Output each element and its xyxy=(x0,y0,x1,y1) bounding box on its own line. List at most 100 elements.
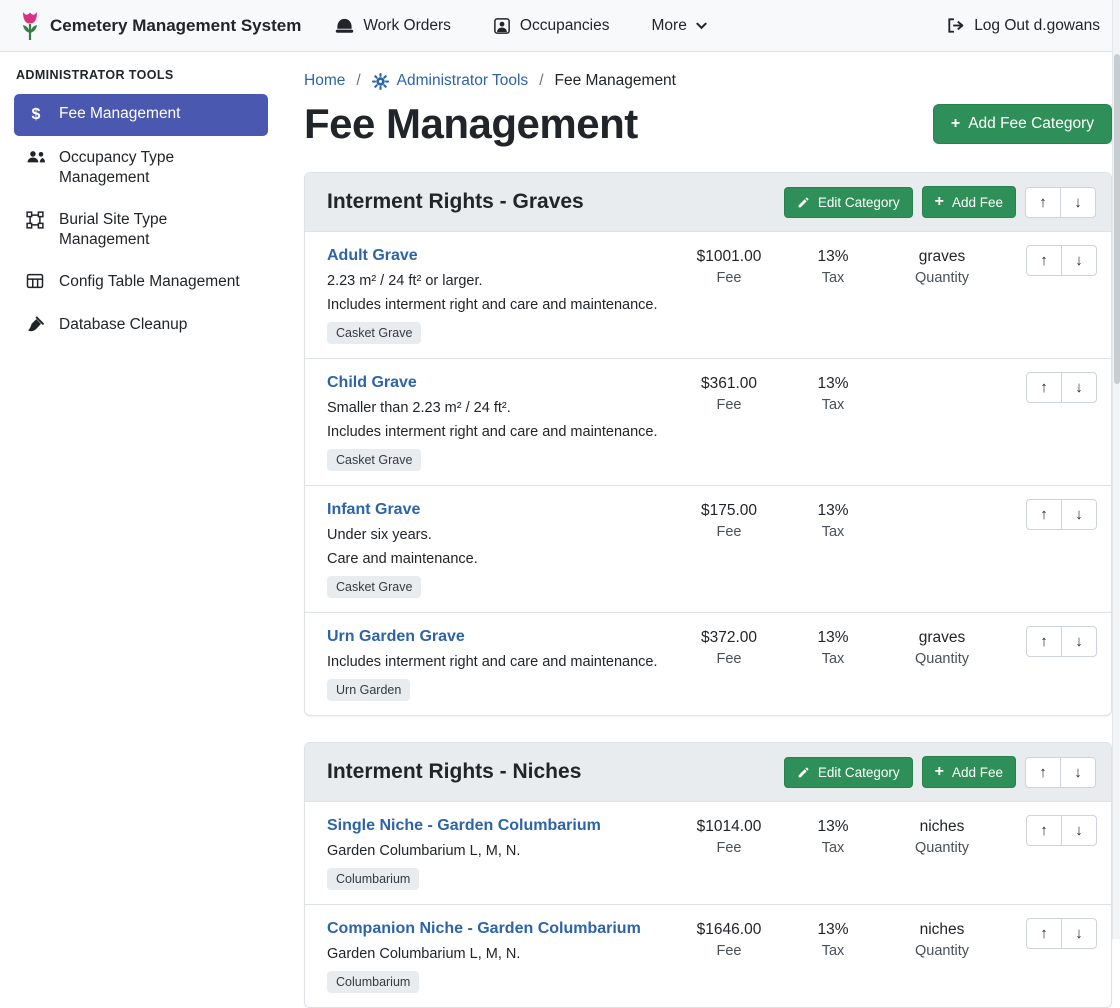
fee-name-link[interactable]: Adult Grave xyxy=(327,247,418,265)
move-fee-down-button[interactable]: ↓ xyxy=(1061,245,1097,276)
sidebar-item-config-table-management[interactable]: Config Table Management xyxy=(14,262,268,302)
fee-tax-col: 13% Tax xyxy=(783,372,883,413)
fee-tax-label: Tax xyxy=(783,524,883,540)
breadcrumb-admin-tools-link[interactable]: Administrator Tools xyxy=(372,72,529,90)
fee-amount-value: $175.00 xyxy=(675,502,783,520)
add-fee-category-button[interactable]: + Add Fee Category xyxy=(933,104,1112,144)
fee-info: Single Niche - Garden Columbarium Garden… xyxy=(327,815,675,890)
fee-description: Smaller than 2.23 m² / 24 ft². xyxy=(327,400,675,416)
people-icon xyxy=(26,149,46,165)
fee-description: Garden Columbarium L, M, N. xyxy=(327,843,675,859)
move-fee-down-button[interactable]: ↓ xyxy=(1061,372,1097,403)
move-fee-up-button[interactable]: ↑ xyxy=(1026,499,1062,530)
arrow-up-icon: ↑ xyxy=(1039,194,1047,211)
move-fee-up-button[interactable]: ↑ xyxy=(1026,245,1062,276)
fee-tax-value: 13% xyxy=(783,921,883,939)
category-reorder-group: ↑ ↓ xyxy=(1025,187,1096,218)
fee-reorder-group: ↑ ↓ xyxy=(1026,372,1097,403)
fee-name-link[interactable]: Single Niche - Garden Columbarium xyxy=(327,817,601,835)
arrow-down-icon: ↓ xyxy=(1075,379,1083,396)
fee-row: Child Grave Smaller than 2.23 m² / 24 ft… xyxy=(305,358,1111,485)
move-fee-down-button[interactable]: ↓ xyxy=(1061,815,1097,846)
move-fee-down-button[interactable]: ↓ xyxy=(1061,499,1097,530)
fee-row: Adult Grave 2.23 m² / 24 ft² or larger. … xyxy=(305,231,1111,358)
move-fee-down-button[interactable]: ↓ xyxy=(1061,918,1097,949)
move-category-down-button[interactable]: ↓ xyxy=(1060,187,1096,218)
fee-amount-col: $1001.00 Fee xyxy=(675,245,783,286)
breadcrumb: Home / xyxy=(304,64,1112,92)
main-content: Home / xyxy=(280,52,1120,939)
arrow-down-icon: ↓ xyxy=(1075,925,1083,942)
fee-reorder-group: ↑ ↓ xyxy=(1026,499,1097,530)
gear-icon xyxy=(372,73,389,90)
fee-name-link[interactable]: Urn Garden Grave xyxy=(327,628,465,646)
sidebar-item-database-cleanup[interactable]: Database Cleanup xyxy=(14,305,268,345)
fee-quantity-value: graves xyxy=(883,629,1001,647)
fee-type-badge: Casket Grave xyxy=(327,322,421,344)
vertical-scrollbar[interactable] xyxy=(1112,0,1120,939)
nav-item-occupancies[interactable]: Occupancies xyxy=(493,17,610,35)
fee-name-link[interactable]: Child Grave xyxy=(327,374,417,392)
fee-amount-value: $1646.00 xyxy=(675,921,783,939)
edit-category-button[interactable]: Edit Category xyxy=(784,757,913,788)
fee-amount-value: $372.00 xyxy=(675,629,783,647)
nav-item-more[interactable]: More xyxy=(652,17,707,35)
fee-info: Child Grave Smaller than 2.23 m² / 24 ft… xyxy=(327,372,675,471)
breadcrumb-home-link[interactable]: Home xyxy=(304,72,345,90)
app-brand[interactable]: Cemetery Management System xyxy=(20,11,301,41)
fee-name-link[interactable]: Infant Grave xyxy=(327,501,420,519)
breadcrumb-current: Fee Management xyxy=(555,72,677,90)
broom-icon xyxy=(26,316,46,334)
move-fee-up-button[interactable]: ↑ xyxy=(1026,626,1062,657)
fee-amount-col: $372.00 Fee xyxy=(675,626,783,667)
breadcrumb-separator: / xyxy=(539,72,543,90)
fee-category-card-graves: Interment Rights - Graves Edit Category … xyxy=(304,172,1112,716)
fee-quantity-col: graves Quantity xyxy=(883,626,1001,667)
move-category-down-button[interactable]: ↓ xyxy=(1060,757,1096,788)
fee-tax-value: 13% xyxy=(783,629,883,647)
add-fee-label: Add Fee xyxy=(952,765,1003,780)
add-fee-button[interactable]: + Add Fee xyxy=(922,186,1016,218)
logout-button[interactable]: Log Out d.gowans xyxy=(946,17,1100,35)
chevron-down-icon xyxy=(696,22,707,30)
move-fee-up-button[interactable]: ↑ xyxy=(1026,815,1062,846)
navbar-links: Work Orders Occupancies More xyxy=(335,17,707,35)
fee-amount-value: $361.00 xyxy=(675,375,783,393)
fee-description: Includes interment right and care and ma… xyxy=(327,297,675,313)
arrow-up-icon: ↑ xyxy=(1040,506,1048,523)
edit-category-button[interactable]: Edit Category xyxy=(784,187,913,218)
category-header: Interment Rights - Graves Edit Category … xyxy=(305,173,1111,231)
fee-amount-label: Fee xyxy=(675,270,783,286)
move-category-up-button[interactable]: ↑ xyxy=(1025,187,1061,218)
breadcrumb-home-label: Home xyxy=(304,72,345,90)
fee-tax-label: Tax xyxy=(783,397,883,413)
move-category-up-button[interactable]: ↑ xyxy=(1025,757,1061,788)
sidebar-item-label: Burial Site Type Management xyxy=(59,210,256,250)
nav-item-label: More xyxy=(652,17,687,35)
fee-quantity-col xyxy=(883,372,1001,375)
fee-tax-label: Tax xyxy=(783,270,883,286)
fee-amount-label: Fee xyxy=(675,397,783,413)
move-fee-up-button[interactable]: ↑ xyxy=(1026,918,1062,949)
sidebar-item-label: Fee Management xyxy=(59,104,181,124)
move-fee-down-button[interactable]: ↓ xyxy=(1061,626,1097,657)
sidebar-item-fee-management[interactable]: $ Fee Management xyxy=(14,94,268,136)
scrollbar-thumb[interactable] xyxy=(1114,54,1120,384)
dollar-icon: $ xyxy=(26,105,46,126)
move-fee-up-button[interactable]: ↑ xyxy=(1026,372,1062,403)
fee-amount-label: Fee xyxy=(675,840,783,856)
fee-row: Companion Niche - Garden Columbarium Gar… xyxy=(305,904,1111,1007)
sidebar-item-occupancy-type-management[interactable]: Occupancy Type Management xyxy=(14,138,268,198)
fee-type-badge: Urn Garden xyxy=(327,679,410,701)
category-title: Interment Rights - Niches xyxy=(327,760,581,784)
fee-amount-col: $175.00 Fee xyxy=(675,499,783,540)
fee-name-link[interactable]: Companion Niche - Garden Columbarium xyxy=(327,920,641,938)
fee-quantity-col: graves Quantity xyxy=(883,245,1001,286)
nav-item-label: Occupancies xyxy=(520,17,610,35)
nav-item-label: Work Orders xyxy=(363,17,451,35)
category-header: Interment Rights - Niches Edit Category … xyxy=(305,743,1111,801)
nav-item-work-orders[interactable]: Work Orders xyxy=(335,17,451,35)
sidebar-item-burial-site-type-management[interactable]: Burial Site Type Management xyxy=(14,200,268,260)
add-fee-button[interactable]: + Add Fee xyxy=(922,756,1016,788)
sidebar-item-label: Config Table Management xyxy=(59,272,240,292)
